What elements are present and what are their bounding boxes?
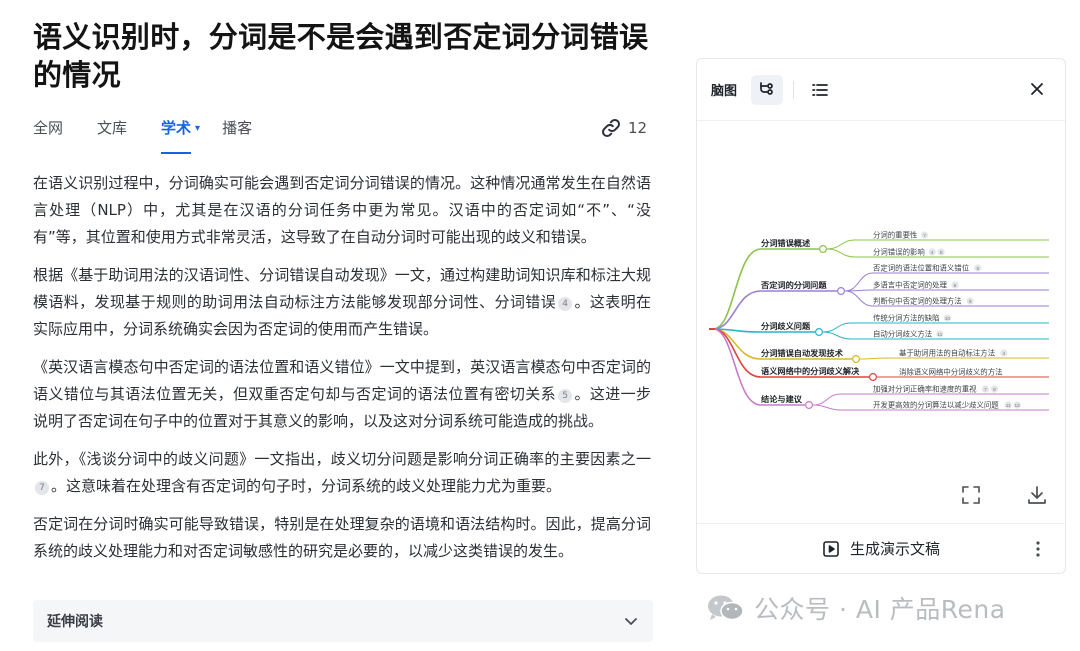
tab-academic[interactable]: 学术 ▾ [161, 116, 200, 156]
mindmap-panel-footer: 生成演示文稿 [697, 523, 1065, 573]
mindmap-leaf-label: 分词的重要性 [873, 231, 917, 240]
tab-podcast[interactable]: 播客 [222, 116, 252, 156]
citation-badge[interactable]: 4 [558, 297, 573, 311]
mindmap-branch-label: 分词歧义问题 [761, 321, 811, 331]
mindmap-leaf-label: 否定词的语法位置和语义错位 [873, 264, 970, 273]
further-reading-label: 延伸阅读 [47, 614, 103, 630]
mindmap-branch-label: 否定词的分词问题 [760, 280, 827, 290]
fullscreen-icon[interactable] [959, 483, 983, 507]
close-icon[interactable] [1027, 79, 1047, 99]
mindmap-leaf-label: 开发更高效的分词算法以减少歧义问题 [873, 401, 999, 410]
mindmap-citation-number: 4 [931, 250, 934, 256]
generate-slides-button[interactable]: 生成演示文稿 [822, 538, 940, 559]
mindmap-node-handle [814, 328, 823, 337]
citation-badge[interactable]: 5 [558, 389, 573, 403]
reference-count: 12 [628, 119, 648, 137]
chevron-down-icon: ▾ [195, 123, 201, 134]
mindmap-citation-number: 11 [1006, 403, 1011, 409]
divider [793, 80, 795, 99]
answer-body: 在语义识别过程中，分词确实可能会遇到否定词分词错误的情况。这种情况通常发生在自然… [33, 170, 651, 576]
mindmap-leaf-line [844, 289, 1049, 292]
mindmap-citation-number: 8 [940, 250, 943, 256]
mindmap-branch-label: 语义网络中的分词歧义解决 [761, 366, 860, 376]
mindmap-citation-number: 7 [984, 387, 987, 393]
citation-badge[interactable]: 7 [35, 481, 49, 495]
mindmap-citation-number: 4 [1002, 351, 1005, 357]
paragraph-3: 《英汉语言模态句中否定词的语法位置和语义错位》一文中提到，英汉语言模态句中否定词… [33, 354, 651, 435]
paragraph-5: 否定词在分词时确实可能导致错误，特别是在处理复杂的语境和语法结构时。因此，提高分… [33, 515, 651, 560]
mindmap-node-handle [818, 244, 827, 253]
mindmap-icon [760, 81, 773, 95]
mindmap-branch-label: 分词错误概述 [761, 238, 811, 248]
list-icon [812, 83, 828, 96]
link-icon [602, 119, 620, 137]
mindmap-leaf-label: 基于助词用法的自动标注方法 [899, 349, 995, 358]
mindmap-panel-title: 脑图 [711, 84, 738, 99]
play-square-icon [823, 540, 839, 557]
mindmap-citation-number: 9 [969, 299, 972, 305]
page-title: 语义识别时，分词是不是会遇到否定词分词错误的情况 [33, 20, 649, 92]
generate-slides-label: 生成演示文稿 [849, 540, 940, 558]
mindmap-branch-label: 结论与建议 [761, 394, 803, 404]
further-reading-toggle[interactable]: 延伸阅读 [33, 600, 653, 642]
mindmap-canvas[interactable]: 分词错误概述分词的重要性 7分词错误的影响 4 8否定词的分词问题否定词的语法位置和语… [697, 121, 1065, 466]
mindmap-leaf-label: 分词错误的影响 [873, 248, 925, 257]
mindmap-citation-number: 8 [993, 387, 996, 393]
tab-academic-label: 学术 [161, 119, 192, 137]
paragraph-4-text-tail: 。这意味着在处理含有否定词的句子时，分词系统的歧义处理能力尤为重要。 [51, 477, 562, 495]
mindmap-citation-number: 12 [1015, 403, 1021, 409]
watermark-text: 公众号 · AI 产品Rena [754, 595, 1006, 624]
mindmap-leaf-label: 传统分词方法的缺陷 [873, 314, 940, 323]
mindmap-leaf-line [826, 239, 1049, 250]
tab-web-label: 全网 [33, 119, 64, 137]
mindmap-branch-label: 分词错误自动发现技术 [761, 348, 844, 358]
paragraph-4-text: 此外，《浅谈分词中的歧义问题》一文指出，歧义切分问题是影响分词正确率的主要因素之… [33, 450, 651, 468]
references-button[interactable]: 12 [600, 117, 647, 139]
source-tabs: 全网 文库 学术 ▾ 播客 [33, 116, 286, 156]
mindmap-citation-number: 7 [923, 233, 926, 239]
mindmap-leaf-label: 消除语义网络中分词歧义的方法 [899, 368, 1002, 377]
mindmap-node-handle [804, 401, 813, 410]
mindmap-panel-header: 脑图 [697, 59, 1065, 121]
download-icon[interactable] [1025, 483, 1049, 507]
watermark: 公众号 · AI 产品Rena [706, 590, 1006, 626]
mindmap-leaf-line [822, 331, 1049, 340]
mindmap-node-handle [852, 355, 861, 364]
mindmap-leaf-label: 多语言中否定词的处理 [873, 281, 948, 290]
mindmap-view-button[interactable] [751, 74, 784, 105]
tab-library-label: 文库 [97, 119, 128, 137]
mindmap-leaf-line [822, 322, 1049, 333]
mindmap-node-handle [837, 287, 846, 296]
chevron-down-icon [625, 618, 637, 625]
mindmap-citation-number: 10 [945, 316, 951, 322]
paragraph-4: 此外，《浅谈分词中的歧义问题》一文指出，歧义切分问题是影响分词正确率的主要因素之… [33, 446, 651, 500]
tab-web[interactable]: 全网 [33, 116, 63, 156]
mindmap-leaf-line [859, 357, 1049, 360]
tab-library[interactable]: 文库 [97, 116, 127, 156]
tab-podcast-label: 播客 [222, 119, 253, 137]
mindmap-leaf-label: 加强对分词正确率和速度的重视 [873, 385, 977, 394]
outline-view-button[interactable] [804, 75, 836, 105]
more-options-icon[interactable] [1033, 539, 1043, 559]
mindmap-citation-number: 6 [954, 283, 957, 289]
paragraph-2: 根据《基于助词用法的汉语词性、分词错误自动发现》一文，通过构建助词知识库和标注大… [33, 262, 651, 343]
mindmap-node-handle [869, 373, 878, 382]
mindmap-citation-number: 5 [976, 266, 979, 272]
mindmap-citation-number: 11 [937, 332, 942, 338]
wechat-icon [708, 595, 744, 621]
mindmap-leaf-label: 自动分词歧义方法 [873, 330, 932, 339]
mindmap-leaf-label: 判断句中否定词的处理方法 [873, 297, 962, 306]
mindmap-panel: 脑图 分词错误概述 分词的重要性 7 分词错误的影响 4 8 否定词的分词问题 否定词的语法位… [696, 58, 1066, 574]
paragraph-1: 在语义识别过程中，分词确实可能会遇到否定词分词错误的情况。这种情况通常发生在自然… [33, 174, 651, 246]
